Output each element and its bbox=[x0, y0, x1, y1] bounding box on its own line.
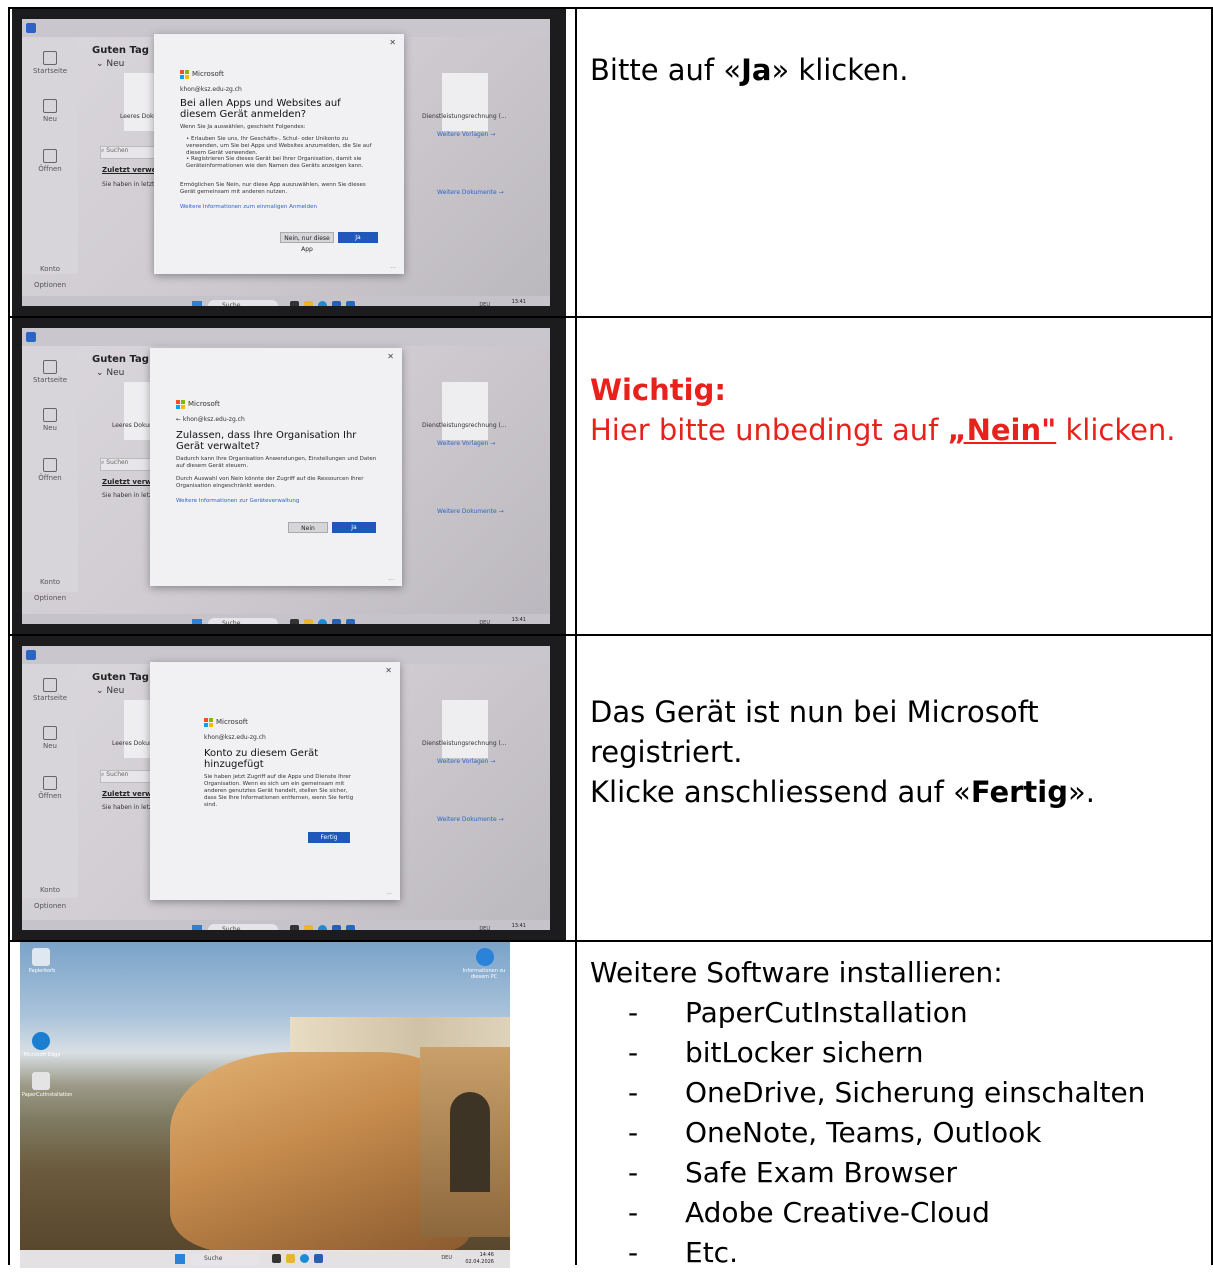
list-dash: - bbox=[628, 1116, 639, 1149]
edge-icon[interactable] bbox=[300, 1254, 309, 1263]
list-item: - Adobe Creative-Cloud bbox=[590, 1193, 1190, 1233]
instruction-emphasis: „Nein" bbox=[947, 413, 1057, 447]
list-dash: - bbox=[628, 1156, 639, 1189]
list-item: - Etc. bbox=[590, 1233, 1190, 1273]
list-item: - bitLocker sichern bbox=[590, 1033, 1190, 1073]
instruction-text: Klicke anschliessend auf « bbox=[590, 775, 971, 809]
word-start-screen: Startseite Neu Öffnen Konto Optionen Gut… bbox=[12, 636, 566, 940]
list-item: - Safe Exam Browser bbox=[590, 1153, 1190, 1193]
taskbar-clock[interactable]: 14:46 02.04.2026 bbox=[465, 1252, 494, 1266]
instruction-text: klicken. bbox=[1056, 413, 1176, 447]
instruction-line: Klicke anschliessend auf «Fertig». bbox=[590, 772, 1190, 812]
list-dash: - bbox=[628, 1196, 639, 1229]
edge-icon[interactable] bbox=[32, 1032, 50, 1050]
list-item: - OneNote, Teams, Outlook bbox=[590, 1113, 1190, 1153]
taskbar: Suche DEU 14:46 02.04.2026 bbox=[20, 1250, 510, 1268]
desktop-icon-label: Papierkorb bbox=[28, 968, 56, 974]
list-item-text: Etc. bbox=[685, 1236, 738, 1269]
list-item-text: OneNote, Teams, Outlook bbox=[685, 1116, 1042, 1149]
installer-icon[interactable] bbox=[32, 1072, 50, 1090]
software-heading: Weitere Software installieren: bbox=[590, 956, 1003, 989]
table-border-left bbox=[8, 7, 10, 1265]
table-column-divider bbox=[575, 7, 577, 1265]
wallpaper-arch bbox=[450, 1092, 490, 1192]
instruction-emphasis: Ja bbox=[741, 53, 772, 87]
screenshot-ja: Startseite Neu Öffnen Konto Optionen Gut… bbox=[12, 9, 566, 316]
screenshot-nein: Startseite Neu Öffnen Konto Optionen Gut… bbox=[12, 318, 566, 634]
clock-date: 02.04.2026 bbox=[465, 1259, 494, 1265]
warning-text: Hier bitte unbedingt auf „Nein" klicken. bbox=[590, 410, 1190, 450]
instruction-text: Hier bitte unbedingt auf bbox=[590, 413, 948, 447]
monitor-bezel bbox=[12, 9, 566, 316]
instruction-nein: Wichtig: Hier bitte unbedingt auf „Nein"… bbox=[590, 370, 1190, 450]
desktop-icon-label: PaperCutInstallation bbox=[22, 1092, 73, 1098]
task-view-icon[interactable] bbox=[272, 1254, 281, 1263]
file-explorer-icon[interactable] bbox=[286, 1254, 295, 1263]
taskbar-search[interactable]: Suche bbox=[190, 1253, 260, 1265]
instruction-emphasis: Fertig bbox=[970, 775, 1068, 809]
clock-time: 14:46 bbox=[479, 1252, 494, 1258]
desktop-wallpaper: Papierkorb Microsoft Edge PaperCutInstal… bbox=[20, 942, 510, 1268]
tray-language[interactable]: DEU bbox=[441, 1255, 452, 1261]
list-item-text: OneDrive, Sicherung einschalten bbox=[685, 1076, 1146, 1109]
instruction-text: Das Gerät ist nun bei Microsoft registri… bbox=[590, 695, 1039, 769]
list-item: - OneDrive, Sicherung einschalten bbox=[590, 1073, 1190, 1113]
list-dash: - bbox=[628, 996, 639, 1029]
info-icon[interactable] bbox=[476, 948, 494, 966]
list-dash: - bbox=[628, 1076, 639, 1109]
word-start-screen: Startseite Neu Öffnen Konto Optionen Gut… bbox=[12, 9, 566, 316]
desktop-icon-label: Informationen zu diesem PC bbox=[462, 968, 506, 980]
recycle-bin-icon[interactable] bbox=[32, 948, 50, 966]
warning-heading: Wichtig: bbox=[590, 373, 726, 407]
instruction-text: ». bbox=[1068, 775, 1095, 809]
instruction-software: Weitere Software installieren: - PaperCut… bbox=[590, 953, 1190, 1273]
instruction-text: Bitte auf « bbox=[590, 53, 742, 87]
list-item: - PaperCutInstallation bbox=[590, 993, 1190, 1033]
list-item-text: Safe Exam Browser bbox=[685, 1156, 957, 1189]
monitor-bezel bbox=[12, 318, 566, 634]
word-start-screen: Startseite Neu Öffnen Konto Optionen Gut… bbox=[12, 318, 566, 634]
list-item-text: bitLocker sichern bbox=[685, 1036, 924, 1069]
list-item-text: Adobe Creative-Cloud bbox=[685, 1196, 990, 1229]
software-list: - PaperCutInstallation - bitLocker sichern… bbox=[590, 993, 1190, 1273]
screenshot-desktop: Papierkorb Microsoft Edge PaperCutInstal… bbox=[20, 942, 510, 1268]
list-dash: - bbox=[628, 1036, 639, 1069]
instruction-ja: Bitte auf «Ja» klicken. bbox=[590, 50, 1190, 90]
desktop-icon-label: Microsoft Edge bbox=[23, 1052, 61, 1058]
list-dash: - bbox=[628, 1236, 639, 1269]
screenshot-fertig: Startseite Neu Öffnen Konto Optionen Gut… bbox=[12, 636, 566, 940]
instruction-fertig: Das Gerät ist nun bei Microsoft registri… bbox=[590, 692, 1190, 812]
instruction-text: » klicken. bbox=[771, 53, 909, 87]
monitor-bezel bbox=[12, 636, 566, 940]
windows-start-icon[interactable] bbox=[175, 1254, 185, 1264]
store-icon[interactable] bbox=[314, 1254, 323, 1263]
list-item-text: PaperCutInstallation bbox=[685, 996, 968, 1029]
